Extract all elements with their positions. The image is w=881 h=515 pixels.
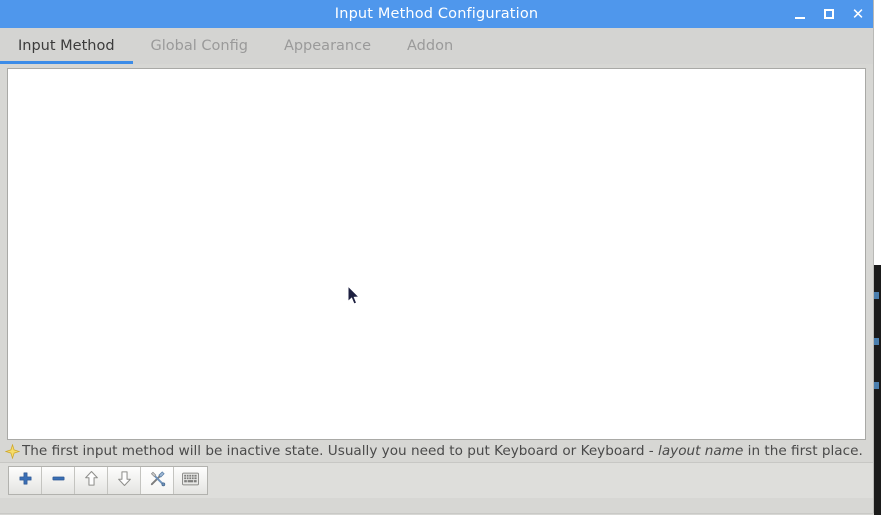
move-down-button[interactable] bbox=[108, 467, 141, 494]
tab-global-config[interactable]: Global Config bbox=[133, 28, 266, 64]
tools-icon bbox=[149, 470, 166, 491]
minus-icon bbox=[51, 471, 66, 490]
hint-text-italic: layout name bbox=[658, 443, 744, 459]
configure-button[interactable] bbox=[141, 467, 174, 494]
star-diamond-icon bbox=[4, 442, 21, 460]
tab-label: Addon bbox=[407, 38, 454, 54]
remove-input-method-button[interactable] bbox=[42, 467, 75, 494]
input-method-configuration-window: Input Method Configuration ✕ Input Metho… bbox=[0, 0, 874, 515]
close-icon: ✕ bbox=[851, 4, 865, 23]
window-controls: ✕ bbox=[791, 0, 867, 28]
minimize-button[interactable] bbox=[791, 4, 809, 24]
input-method-list[interactable] bbox=[7, 68, 866, 440]
tab-appearance[interactable]: Appearance bbox=[266, 28, 389, 64]
input-method-tab-panel bbox=[0, 64, 873, 440]
arrow-up-icon bbox=[83, 470, 100, 491]
tab-input-method[interactable]: Input Method bbox=[0, 28, 133, 64]
window-titlebar[interactable]: Input Method Configuration ✕ bbox=[0, 0, 873, 28]
hint-text-after: in the first place. bbox=[743, 443, 863, 459]
tab-addon[interactable]: Addon bbox=[389, 28, 471, 64]
main-tabbar: Input Method Global Config Appearance Ad… bbox=[0, 28, 873, 64]
minimize-icon bbox=[795, 16, 805, 19]
window-title: Input Method Configuration bbox=[334, 6, 539, 22]
toolbar-panel bbox=[0, 462, 873, 498]
arrow-down-icon bbox=[116, 470, 133, 491]
keyboard-layout-button[interactable] bbox=[174, 467, 207, 494]
background-window-edge bbox=[873, 265, 881, 515]
keyboard-icon bbox=[182, 471, 199, 490]
maximize-button[interactable] bbox=[820, 4, 838, 24]
close-button[interactable]: ✕ bbox=[849, 4, 867, 24]
move-up-button[interactable] bbox=[75, 467, 108, 494]
hint-row: The first input method will be inactive … bbox=[0, 440, 873, 462]
tab-label: Global Config bbox=[150, 38, 248, 54]
hint-text-before: The first input method will be inactive … bbox=[22, 443, 659, 459]
maximize-icon bbox=[824, 9, 834, 19]
hint-text: The first input method will be inactive … bbox=[22, 443, 863, 459]
plus-icon bbox=[18, 471, 33, 490]
input-method-toolbar bbox=[8, 466, 208, 495]
tab-label: Appearance bbox=[283, 38, 372, 54]
add-input-method-button[interactable] bbox=[9, 467, 42, 494]
tab-label: Input Method bbox=[18, 38, 115, 54]
window-status-strip bbox=[0, 498, 873, 507]
